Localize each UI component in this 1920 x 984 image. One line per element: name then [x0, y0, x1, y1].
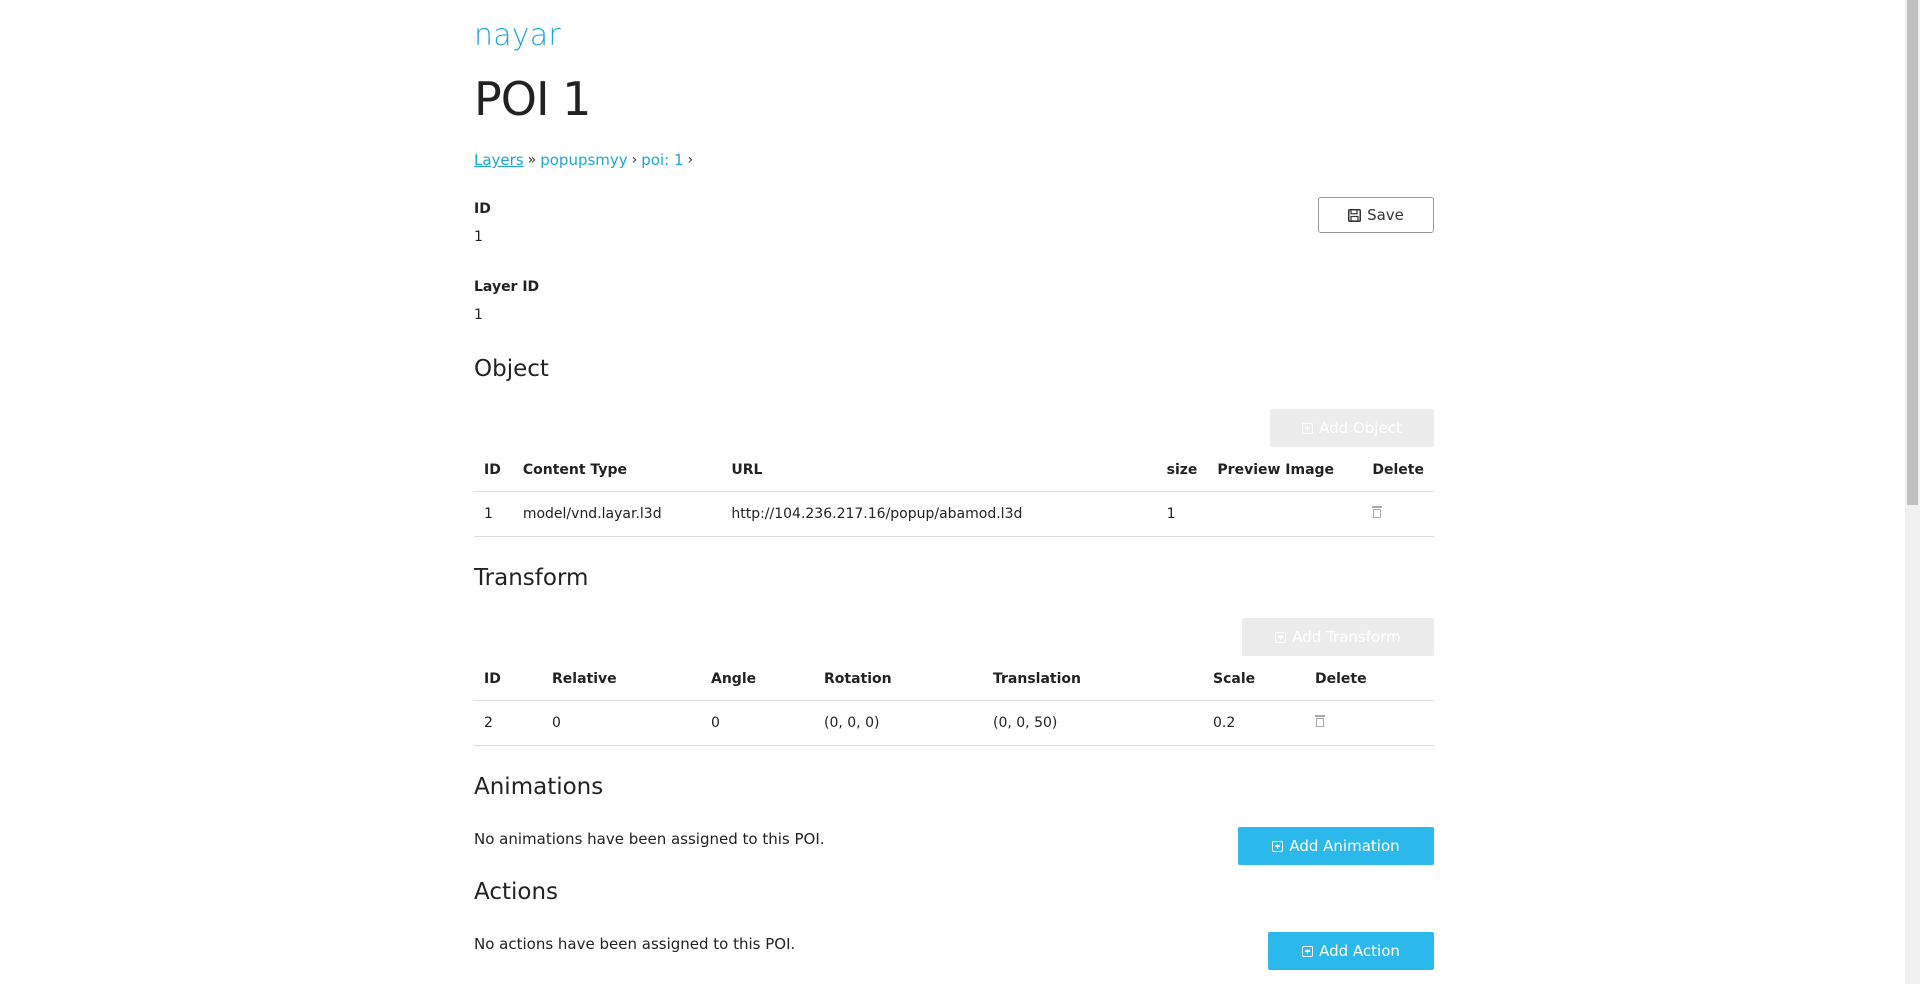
animations-empty-message: No animations have been assigned to this…	[474, 830, 825, 848]
breadcrumb-separator: ›	[631, 152, 638, 168]
trash-icon[interactable]	[1315, 715, 1325, 727]
add-object-button: Add Object	[1270, 409, 1434, 447]
brand-logo-link[interactable]: nayar	[474, 18, 561, 53]
cell-angle: 0	[701, 700, 814, 746]
column-header: Angle	[701, 658, 814, 701]
save-button-label: Save	[1367, 206, 1404, 224]
column-header: Relative	[542, 658, 701, 701]
object-table-header: ID Content Type URL size Preview Image D…	[474, 449, 1434, 492]
page: nayar POI 1 Layers » popupsmyy › poi: 1 …	[0, 0, 1920, 984]
column-header: Translation	[983, 658, 1203, 701]
column-header: Delete	[1305, 658, 1434, 701]
add-transform-label: Add Transform	[1292, 628, 1401, 646]
column-header: ID	[474, 658, 542, 701]
breadcrumb-poi[interactable]: poi: 1	[641, 151, 683, 169]
column-header: Content Type	[512, 449, 722, 492]
plus-square-icon	[1272, 840, 1284, 852]
cell-delete	[1362, 491, 1434, 537]
cell-relative: 0	[542, 700, 701, 746]
cell-rotation: (0, 0, 0)	[814, 700, 983, 746]
table-row: 1 model/vnd.layar.l3d http://104.236.217…	[474, 491, 1434, 537]
cell-id: 2	[474, 700, 542, 746]
column-header: URL	[721, 449, 1157, 492]
trash-icon[interactable]	[1372, 506, 1383, 518]
breadcrumb-separator: »	[527, 152, 537, 168]
breadcrumb: Layers » popupsmyy › poi: 1 ›	[474, 151, 693, 169]
column-header: size	[1156, 449, 1208, 492]
animations-section-title: Animations	[474, 774, 604, 800]
transform-table-header: ID Relative Angle Rotation Translation S…	[474, 658, 1434, 701]
actions-empty-message: No actions have been assigned to this PO…	[474, 935, 796, 953]
cell-translation: (0, 0, 50)	[983, 700, 1203, 746]
column-header: ID	[474, 449, 513, 492]
table-row: 2 0 0 (0, 0, 0) (0, 0, 50) 0.2	[474, 700, 1434, 746]
plus-square-icon	[1302, 422, 1314, 434]
column-header: Delete	[1362, 449, 1434, 492]
scrollbar-thumb[interactable]	[1907, 0, 1918, 505]
breadcrumb-layers-link[interactable]: Layers	[474, 151, 524, 169]
id-value: 1	[474, 229, 483, 245]
add-animation-button[interactable]: Add Animation	[1238, 827, 1434, 865]
cell-content-type: model/vnd.layar.l3d	[512, 491, 722, 537]
add-action-label: Add Action	[1319, 942, 1400, 960]
breadcrumb-separator: ›	[687, 152, 694, 168]
actions-section-title: Actions	[474, 879, 559, 905]
floppy-disk-icon	[1348, 208, 1362, 222]
add-action-button[interactable]: Add Action	[1268, 932, 1434, 970]
transform-table: ID Relative Angle Rotation Translation S…	[474, 658, 1434, 746]
page-title: POI 1	[474, 72, 591, 126]
layer-id-label: Layer ID	[474, 279, 540, 295]
breadcrumb-layer-name[interactable]: popupsmyy	[540, 151, 627, 169]
plus-square-icon	[1275, 631, 1287, 643]
add-transform-button: Add Transform	[1242, 618, 1434, 656]
object-table: ID Content Type URL size Preview Image D…	[474, 449, 1434, 537]
column-header: Preview Image	[1207, 449, 1363, 492]
column-header: Rotation	[814, 658, 983, 701]
cell-id: 1	[474, 491, 513, 537]
object-section-title: Object	[474, 356, 549, 382]
add-object-label: Add Object	[1319, 419, 1402, 437]
column-header: Scale	[1203, 658, 1305, 701]
save-button[interactable]: Save	[1318, 197, 1434, 233]
cell-delete	[1305, 700, 1434, 746]
vertical-scrollbar[interactable]	[1905, 0, 1920, 984]
cell-url: http://104.236.217.16/popup/abamod.l3d	[721, 491, 1157, 537]
plus-square-icon	[1302, 945, 1314, 957]
cell-size: 1	[1156, 491, 1208, 537]
add-animation-label: Add Animation	[1289, 837, 1400, 855]
cell-preview-image	[1207, 491, 1363, 537]
layer-id-value: 1	[474, 307, 483, 323]
cell-scale: 0.2	[1203, 700, 1305, 746]
transform-section-title: Transform	[474, 565, 589, 591]
id-label: ID	[474, 201, 491, 217]
